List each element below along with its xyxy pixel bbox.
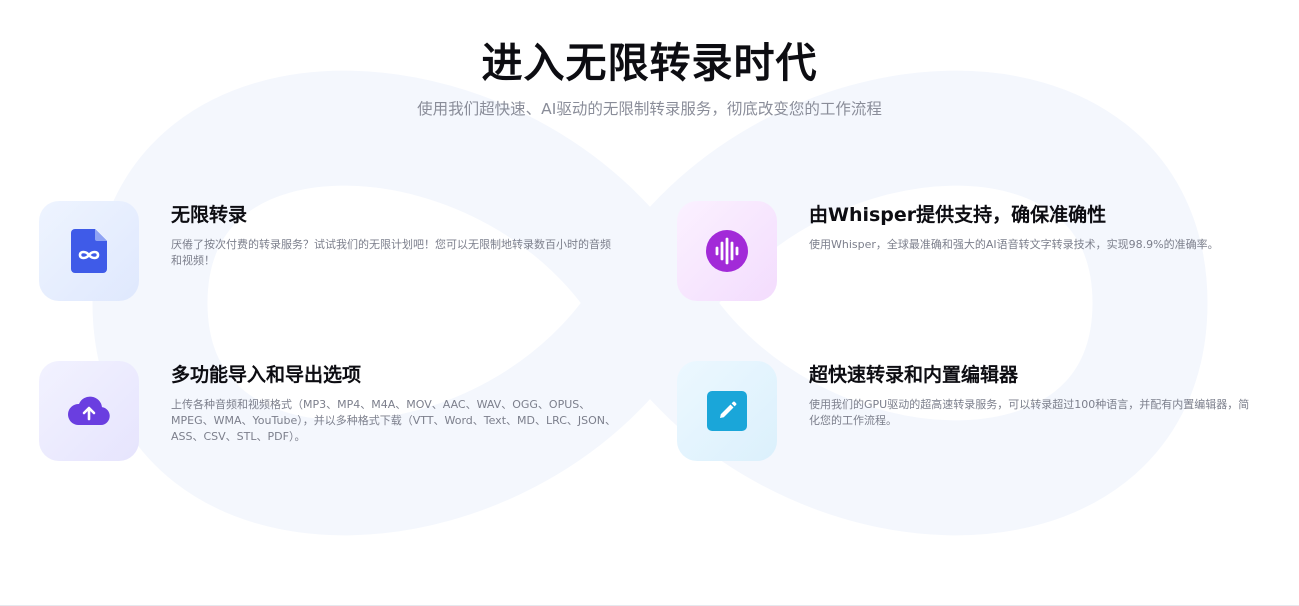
feature-description: 使用我们的GPU驱动的超高速转录服务，可以转录超过100种语言，并配有内置编辑器… — [809, 398, 1250, 427]
page-subtitle: 使用我们超快速、AI驱动的无限制转录服务，彻底改变您的工作流程 — [417, 100, 882, 118]
feature-description: 使用Whisper，全球最准确和强大的AI语音转文字转录技术，实现98.9%的准… — [809, 238, 1219, 251]
feature-icon-box — [39, 361, 139, 461]
hero-header: 进入无限转录时代 使用我们超快速、AI驱动的无限制转录服务，彻底改变您的工作流程 — [0, 36, 1299, 120]
feature-title: 无限转录 — [171, 204, 248, 226]
feature-unlimited-transcription: 无限转录 厌倦了按次付费的转录服务？试试我们的无限计划吧！您可以无限制地转录数百… — [39, 201, 639, 301]
feature-description: 上传各种音频和视频格式（MP3、MP4、M4A、MOV、AAC、WAV、OGG、… — [171, 398, 616, 443]
pencil-icon — [707, 391, 747, 431]
infinity-document-icon — [71, 229, 107, 273]
feature-icon-box — [677, 361, 777, 461]
feature-whisper-accuracy: 由Whisper提供支持，确保准确性 使用Whisper，全球最准确和强大的AI… — [677, 201, 1277, 301]
feature-title: 多功能导入和导出选项 — [171, 364, 362, 386]
sound-wave-icon — [706, 230, 748, 272]
feature-icon-box — [39, 201, 139, 301]
feature-icon-box — [677, 201, 777, 301]
feature-title: 由Whisper提供支持，确保准确性 — [809, 204, 1107, 226]
feature-import-export: 多功能导入和导出选项 上传各种音频和视频格式（MP3、MP4、M4A、MOV、A… — [39, 361, 639, 461]
page: 进入无限转录时代 使用我们超快速、AI驱动的无限制转录服务，彻底改变您的工作流程… — [0, 0, 1299, 606]
page-title: 进入无限转录时代 — [481, 39, 818, 87]
feature-fast-editor: 超快速转录和内置编辑器 使用我们的GPU驱动的超高速转录服务，可以转录超过100… — [677, 361, 1277, 461]
feature-title: 超快速转录和内置编辑器 — [809, 364, 1019, 386]
feature-description: 厌倦了按次付费的转录服务？试试我们的无限计划吧！您可以无限制地转录数百小时的音频… — [171, 238, 611, 267]
cloud-upload-icon — [67, 396, 110, 425]
